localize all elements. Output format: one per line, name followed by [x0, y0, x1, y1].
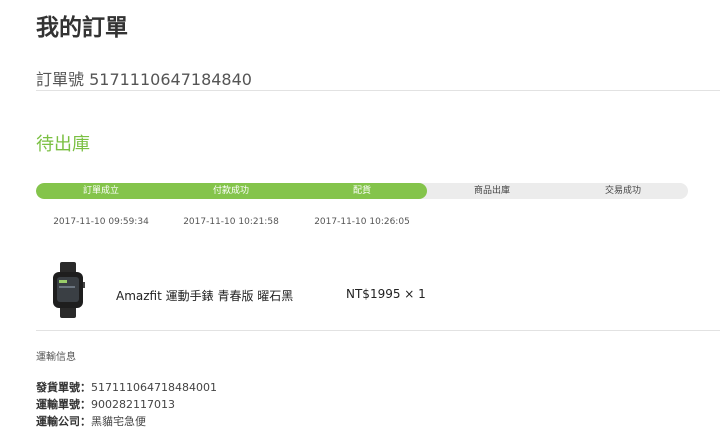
step-time-payment-success: 2017-11-10 10:21:58 — [183, 217, 279, 227]
step-time-packing: 2017-11-10 10:26:05 — [314, 217, 410, 227]
order-number: 訂單號 5171110647184840 — [36, 70, 252, 89]
shipping-row-tracking-no: 運輸單號：900282117013 — [36, 396, 175, 412]
shipping-label: 運輸公司： — [36, 415, 91, 428]
shipping-value: 900282117013 — [91, 398, 175, 411]
step-label-shipped: 商品出庫 — [473, 186, 510, 196]
divider — [36, 90, 720, 91]
step-time-order-placed: 2017-11-10 09:59:34 — [53, 217, 149, 227]
step-label-completed: 交易成功 — [604, 186, 641, 196]
item-name[interactable]: Amazfit 運動手錶 青春版 曜石黑 — [116, 287, 293, 304]
step-label-packing: 配貨 — [352, 186, 371, 196]
smartwatch-icon[interactable] — [50, 262, 86, 318]
item-price: NT$1995 × 1 — [346, 287, 426, 301]
order-detail-page: 我的訂單 訂單號 5171110647184840 待出庫 訂單成立 付款成功 … — [0, 0, 720, 444]
shipping-value: 黑貓宅急便 — [91, 415, 146, 428]
shipping-label: 運輸單號： — [36, 398, 91, 411]
order-status: 待出庫 — [36, 134, 90, 155]
divider — [36, 330, 720, 331]
step-label-order-placed: 訂單成立 — [82, 186, 119, 196]
shipping-row-carrier: 運輸公司：黑貓宅急便 — [36, 413, 146, 429]
order-progress-bar: 訂單成立 付款成功 配貨 商品出庫 交易成功 — [36, 183, 688, 199]
shipping-heading: 運輸信息 — [36, 352, 76, 363]
shipping-row-dispatch-no: 發貨單號：517111064718484001 — [36, 379, 217, 395]
step-label-payment-success: 付款成功 — [212, 186, 249, 196]
shipping-value: 517111064718484001 — [91, 381, 217, 394]
shipping-label: 發貨單號： — [36, 381, 91, 394]
page-title: 我的訂單 — [36, 15, 128, 41]
